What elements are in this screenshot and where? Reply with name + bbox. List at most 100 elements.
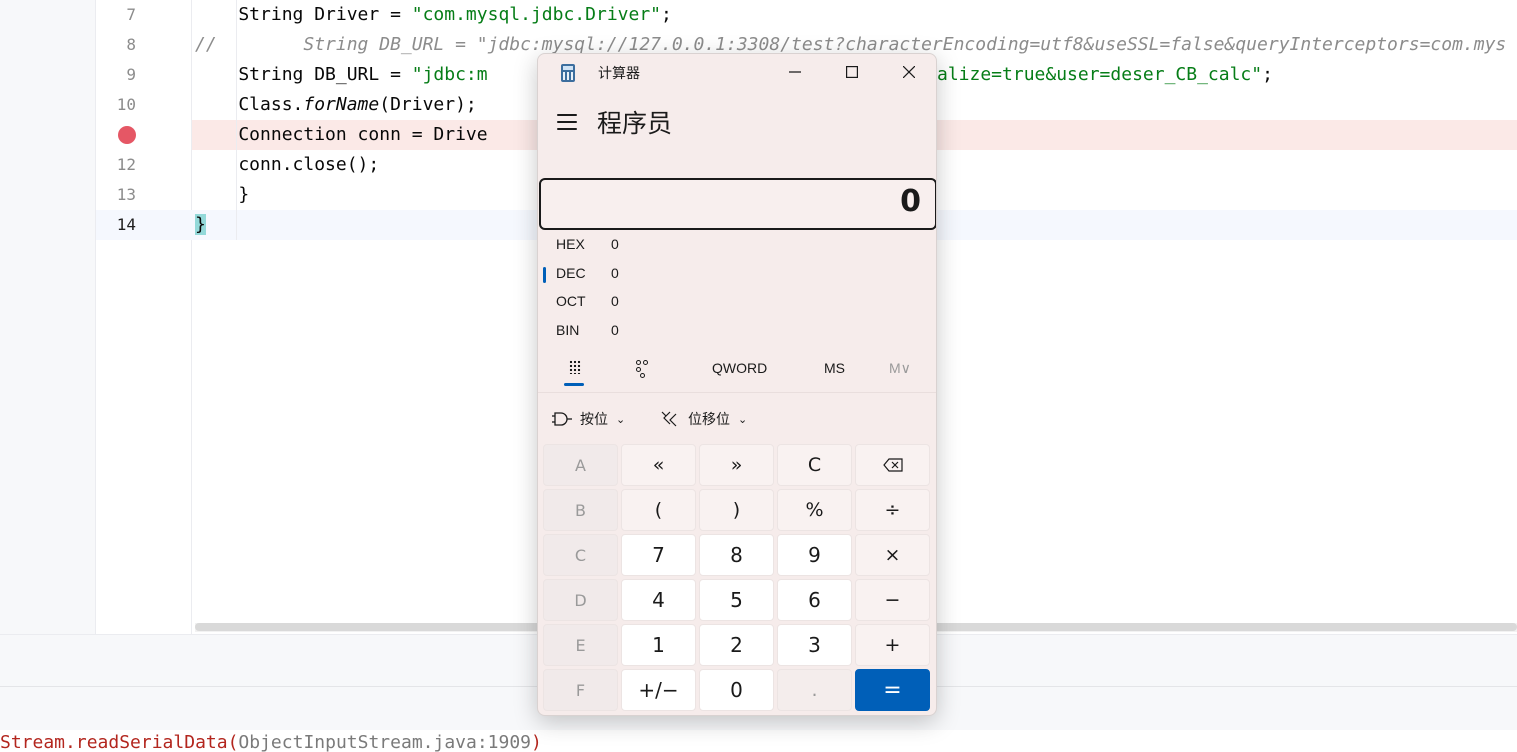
radix-value: 0: [611, 322, 619, 338]
close-button[interactable]: [881, 54, 936, 90]
key-close-paren[interactable]: ): [699, 489, 774, 531]
bitwise-label: 按位: [580, 412, 608, 428]
key-4[interactable]: 4: [621, 579, 696, 621]
key-hex-e[interactable]: E: [543, 624, 618, 666]
radix-dec-row[interactable]: DEC 0: [538, 261, 936, 289]
bit-shift-icon: [661, 411, 677, 427]
full-keypad-tab[interactable]: [562, 356, 588, 386]
bit-toggle-keypad-tab[interactable]: [633, 358, 653, 378]
logic-gate-icon: [552, 412, 572, 426]
calculator-mode-title: 程序员: [597, 109, 673, 138]
maximize-icon: [846, 66, 858, 78]
key-hex-d[interactable]: D: [543, 579, 618, 621]
line-number: 8: [126, 35, 136, 54]
code-line: String DB_URL = "jdbc:m: [195, 64, 488, 85]
stack-trace-line[interactable]: Stream.readSerialData(ObjectInputStream.…: [0, 731, 542, 752]
key-9[interactable]: 9: [777, 534, 852, 576]
radix-label: HEX: [556, 236, 585, 252]
code-line: }: [195, 184, 250, 205]
key-0[interactable]: 0: [699, 669, 774, 711]
bit-dot: [643, 360, 648, 365]
radix-bin-row[interactable]: BIN 0: [538, 318, 936, 346]
minimize-icon: [789, 71, 801, 73]
key-add[interactable]: +: [855, 624, 930, 666]
bit-toggle-icon: [636, 360, 641, 365]
key-modulo[interactable]: %: [777, 489, 852, 531]
calculator-titlebar[interactable]: 计算器: [538, 54, 936, 90]
key-7[interactable]: 7: [621, 534, 696, 576]
key-shift-right[interactable]: »: [699, 444, 774, 486]
code-line: conn.close();: [195, 154, 380, 175]
key-hex-a[interactable]: A: [543, 444, 618, 486]
calculator-app-icon: [561, 64, 575, 82]
breakpoint-icon[interactable]: [118, 126, 136, 144]
line-number: 13: [116, 185, 136, 204]
code-line-fragment: alize=true&user=deser_CB_calc";: [937, 64, 1273, 85]
display-value: 0: [900, 184, 921, 219]
key-multiply[interactable]: ×: [855, 534, 930, 576]
line-number: 7: [126, 5, 136, 24]
key-hex-f[interactable]: F: [543, 669, 618, 711]
key-3[interactable]: 3: [777, 624, 852, 666]
chevron-down-icon: ⌄: [738, 412, 748, 426]
key-decimal[interactable]: .: [777, 669, 852, 711]
key-shift-left[interactable]: «: [621, 444, 696, 486]
key-6[interactable]: 6: [777, 579, 852, 621]
minimize-button[interactable]: [767, 54, 823, 90]
line-number: 12: [116, 155, 136, 174]
key-negate[interactable]: +/−: [621, 669, 696, 711]
close-icon: [903, 66, 915, 78]
tool-window-strip: [0, 0, 96, 634]
maximize-button[interactable]: [824, 54, 880, 90]
calculator-window: 计算器 程序员 0 HEX 0 DEC 0 OCT 0 BIN 0 QWORD …: [537, 53, 937, 716]
memory-store-button[interactable]: MS: [824, 360, 845, 376]
backspace-icon: [882, 458, 903, 472]
key-8[interactable]: 8: [699, 534, 774, 576]
bitwise-dropdown[interactable]: 按位 ⌄: [552, 404, 625, 434]
code-line-breakpoint: Connection conn = Drive: [195, 124, 488, 145]
code-line-current: }: [195, 210, 206, 240]
keypad-icon: [569, 360, 581, 374]
key-5[interactable]: 5: [699, 579, 774, 621]
radix-label: BIN: [556, 322, 580, 338]
bit-dot: [636, 367, 641, 372]
radix-value: 0: [611, 236, 619, 252]
radix-label: DEC: [556, 265, 586, 281]
navigation-menu-button[interactable]: [557, 114, 577, 130]
line-number-current: 14: [116, 215, 136, 234]
radix-value: 0: [611, 293, 619, 309]
radix-value: 0: [611, 265, 619, 281]
line-number: 10: [116, 95, 136, 114]
bitshift-dropdown[interactable]: 位移位 ⌄: [660, 404, 747, 434]
calculator-toolbar: QWORD MS M∨: [538, 352, 936, 392]
key-hex-b[interactable]: B: [543, 489, 618, 531]
toolbar-divider: [538, 392, 936, 393]
key-2[interactable]: 2: [699, 624, 774, 666]
result-display: 0: [539, 178, 936, 230]
radix-label: OCT: [556, 293, 586, 309]
code-line: Class.forName(Driver);: [195, 94, 477, 115]
line-number: 9: [126, 65, 136, 84]
bit-dot: [640, 373, 645, 378]
word-size-button[interactable]: QWORD: [712, 360, 767, 376]
key-divide[interactable]: ÷: [855, 489, 930, 531]
chevron-down-icon: ⌄: [616, 412, 626, 426]
hamburger-icon: [557, 114, 577, 116]
operation-dropdowns: 按位 ⌄ 位移位 ⌄: [538, 404, 936, 434]
matched-brace: }: [195, 214, 206, 235]
key-open-paren[interactable]: (: [621, 489, 696, 531]
bitshift-label: 位移位: [688, 412, 730, 428]
selected-radix-indicator: [543, 267, 546, 283]
radix-hex-row[interactable]: HEX 0: [538, 232, 936, 260]
key-backspace[interactable]: [855, 444, 930, 486]
key-clear[interactable]: C: [777, 444, 852, 486]
active-tab-indicator: [564, 383, 584, 386]
radix-oct-row[interactable]: OCT 0: [538, 289, 936, 317]
key-subtract[interactable]: −: [855, 579, 930, 621]
stack-trace-location[interactable]: ObjectInputStream.java:1909: [238, 732, 531, 752]
window-title: 计算器: [598, 66, 640, 82]
key-equals[interactable]: =: [855, 669, 930, 711]
key-1[interactable]: 1: [621, 624, 696, 666]
memory-list-button[interactable]: M∨: [889, 360, 911, 377]
key-hex-c[interactable]: C: [543, 534, 618, 576]
